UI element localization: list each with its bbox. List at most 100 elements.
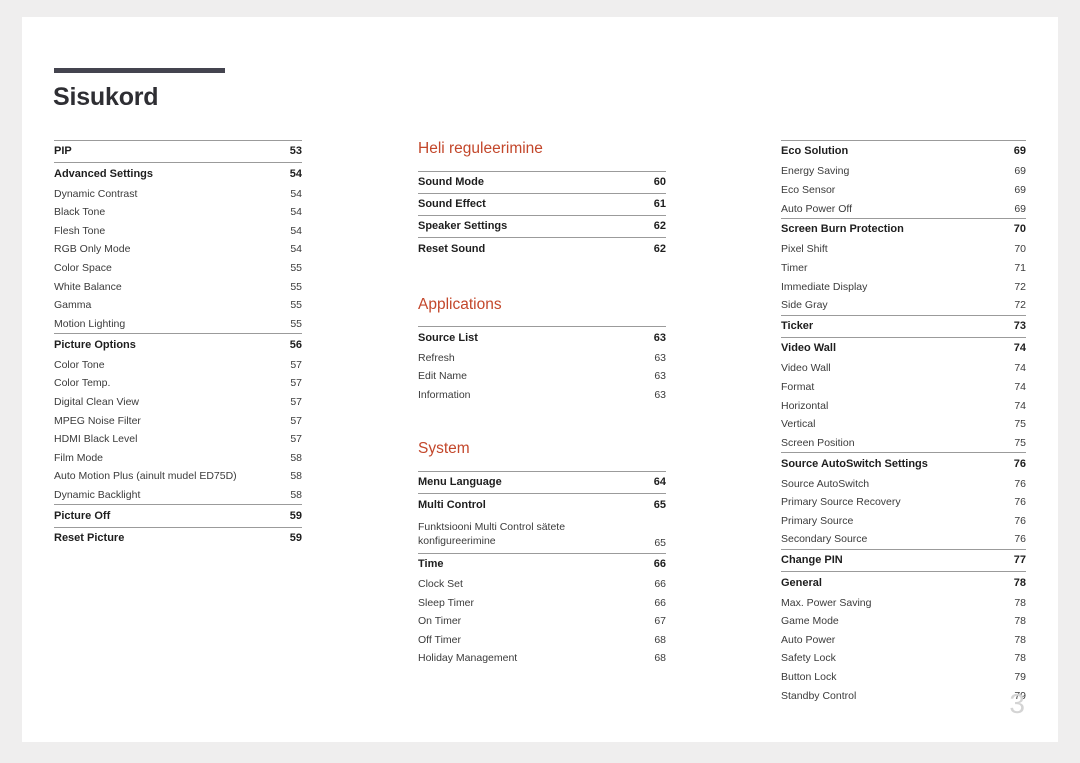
toc-column-3: Eco Solution 69 Energy Saving 69 Eco Sensor 6…: [781, 140, 1026, 705]
toc-sub-entry[interactable]: HDMI Black Level 57: [54, 430, 302, 449]
toc-sub-entry[interactable]: Color Space 55: [54, 259, 302, 278]
toc-sub-entry[interactable]: Standby Control 79: [781, 687, 1026, 706]
toc-sub-entry[interactable]: Motion Lighting 55: [54, 315, 302, 334]
toc-entry-page-number: 76: [1013, 457, 1026, 470]
toc-section-entry[interactable]: Source AutoSwitch Settings 76: [781, 453, 1026, 474]
toc-sub-entry[interactable]: Safety Lock 78: [781, 649, 1026, 668]
toc-entry-page-number: 78: [1014, 596, 1026, 609]
toc-section-entry[interactable]: Screen Burn Protection 70: [781, 219, 1026, 240]
toc-sub-entry[interactable]: Format 74: [781, 378, 1026, 397]
toc-sub-entry[interactable]: Refresh 63: [418, 349, 666, 368]
toc-entry-label: Auto Motion Plus (ainult mudel ED75D): [54, 470, 237, 483]
toc-sub-entry[interactable]: Dynamic Backlight 58: [54, 486, 302, 505]
toc-section-entry[interactable]: Reset Sound 62: [418, 238, 666, 259]
toc-sub-entry[interactable]: Information 63: [418, 386, 666, 405]
toc-sub-entry[interactable]: Immediate Display 72: [781, 278, 1026, 297]
toc-entry-label: Color Tone: [54, 358, 105, 371]
toc-section-entry[interactable]: Change PIN 77: [781, 550, 1026, 571]
toc-sub-entry[interactable]: Off Timer 68: [418, 631, 666, 650]
toc-sub-entry[interactable]: Source AutoSwitch 76: [781, 475, 1026, 494]
toc-sub-entry[interactable]: Digital Clean View 57: [54, 393, 302, 412]
toc-sub-entry[interactable]: Edit Name 63: [418, 367, 666, 386]
toc-section-entry[interactable]: Picture Off 59: [54, 505, 302, 526]
toc-sub-entry[interactable]: Auto Motion Plus (ainult mudel ED75D) 58: [54, 467, 302, 486]
toc-section-entry[interactable]: Ticker 73: [781, 316, 1026, 337]
toc-sub-entry[interactable]: Dynamic Contrast 54: [54, 185, 302, 204]
toc-entry-page-number: 58: [290, 451, 302, 464]
toc-sub-entry[interactable]: Primary Source Recovery 76: [781, 493, 1026, 512]
toc-section-entry[interactable]: Speaker Settings 62: [418, 216, 666, 237]
toc-sub-entry[interactable]: Video Wall 74: [781, 359, 1026, 378]
toc-sub-entry[interactable]: Color Tone 57: [54, 356, 302, 375]
title-accent-rule: [54, 68, 225, 73]
toc-section-entry[interactable]: Sound Mode 60: [418, 172, 666, 193]
toc-sub-entry[interactable]: Sleep Timer 66: [418, 594, 666, 613]
toc-sub-entry[interactable]: Vertical 75: [781, 415, 1026, 434]
toc-sub-entry[interactable]: Eco Sensor 69: [781, 181, 1026, 200]
toc-section-entry[interactable]: Advanced Settings 54: [54, 163, 302, 184]
toc-group: Source AutoSwitch Settings 76 Source AutoS…: [781, 452, 1026, 549]
toc-sub-entry[interactable]: RGB Only Mode 54: [54, 240, 302, 259]
toc-entry-page-number: 53: [289, 145, 302, 158]
toc-sub-entry[interactable]: Pixel Shift 70: [781, 240, 1026, 259]
toc-sub-entry[interactable]: Film Mode 58: [54, 449, 302, 468]
toc-entry-label: Ticker: [781, 320, 814, 333]
toc-entry-page-number: 54: [290, 206, 302, 219]
toc-section-entry[interactable]: Multi Control 65: [418, 494, 666, 515]
toc-section-entry[interactable]: PIP 53: [54, 141, 302, 162]
toc-section-entry[interactable]: Eco Solution 69: [781, 141, 1026, 162]
toc-group: Video Wall 74 Video Wall 74 Format 74 Horizont…: [781, 337, 1026, 452]
toc-sub-entry[interactable]: Auto Power 78: [781, 631, 1026, 650]
toc-entry-page-number: 66: [654, 596, 666, 609]
toc-entry-page-number: 57: [290, 414, 302, 427]
toc-entry-page-number: 69: [1014, 202, 1026, 215]
toc-entry-label: Standby Control: [781, 689, 857, 702]
toc-group: Advanced Settings 54 Dynamic Contrast 54 Bla…: [54, 162, 302, 333]
toc-sub-entry[interactable]: On Timer 67: [418, 612, 666, 631]
toc-sub-entry[interactable]: Screen Position 75: [781, 434, 1026, 453]
toc-sub-entry[interactable]: Max. Power Saving 78: [781, 594, 1026, 613]
toc-sub-entry[interactable]: Horizontal 74: [781, 397, 1026, 416]
toc-sub-entry[interactable]: Clock Set 66: [418, 575, 666, 594]
toc-entry-page-number: 54: [290, 243, 302, 256]
toc-sub-entry[interactable]: Button Lock 79: [781, 668, 1026, 687]
toc-sub-entry[interactable]: Energy Saving 69: [781, 162, 1026, 181]
toc-section-entry[interactable]: Sound Effect 61: [418, 194, 666, 215]
toc-entry-label: Safety Lock: [781, 652, 836, 665]
toc-entry-page-number: 55: [290, 262, 302, 275]
toc-sub-entry[interactable]: Gamma 55: [54, 296, 302, 315]
toc-sub-entry[interactable]: Game Mode 78: [781, 612, 1026, 631]
toc-entry-label: Speaker Settings: [418, 220, 508, 233]
toc-entry-label: Video Wall: [781, 362, 831, 375]
toc-section-entry[interactable]: Picture Options 56: [54, 334, 302, 355]
toc-sub-entry[interactable]: Auto Power Off 69: [781, 199, 1026, 218]
toc-section-entry[interactable]: General 78: [781, 572, 1026, 593]
toc-group: Speaker Settings 62: [418, 215, 666, 237]
toc-entry-label: Game Mode: [781, 615, 839, 628]
toc-section-entry[interactable]: Time 66: [418, 554, 666, 575]
toc-section-entry[interactable]: Menu Language 64: [418, 472, 666, 493]
toc-entry-label: Time: [418, 558, 444, 570]
toc-sub-entry[interactable]: Timer 71: [781, 259, 1026, 278]
toc-sub-entry[interactable]: Secondary Source 76: [781, 530, 1026, 549]
toc-sub-entry[interactable]: Flesh Tone 54: [54, 222, 302, 241]
toc-entry-page-number: 65: [653, 498, 666, 511]
toc-sub-entry[interactable]: Funktsiooni Multi Control sätete konfigu…: [418, 516, 666, 553]
toc-entry-label: Off Timer: [418, 633, 461, 646]
toc-entry-page-number: 59: [289, 509, 302, 522]
toc-section-entry[interactable]: Reset Picture 59: [54, 528, 302, 549]
toc-entry-label: On Timer: [418, 615, 462, 628]
toc-section-entry[interactable]: Video Wall 74: [781, 338, 1026, 359]
toc-entry-page-number: 75: [1014, 418, 1026, 431]
toc-sub-entry[interactable]: White Balance 55: [54, 278, 302, 297]
toc-entry-page-number: 57: [290, 395, 302, 408]
toc-section-entry[interactable]: Source List 63: [418, 327, 666, 348]
toc-entry-page-number: 74: [1013, 342, 1026, 355]
toc-sub-entry[interactable]: MPEG Noise Filter 57: [54, 411, 302, 430]
toc-sub-entry[interactable]: Color Temp. 57: [54, 374, 302, 393]
toc-sub-entry[interactable]: Holiday Management 68: [418, 649, 666, 668]
toc-entry-label: Source AutoSwitch: [781, 477, 870, 490]
toc-sub-entry[interactable]: Side Gray 72: [781, 296, 1026, 315]
toc-sub-entry[interactable]: Primary Source 76: [781, 512, 1026, 531]
toc-sub-entry[interactable]: Black Tone 54: [54, 203, 302, 222]
